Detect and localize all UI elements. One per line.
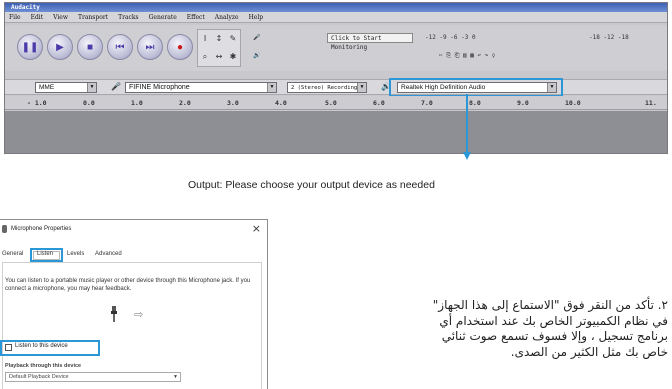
listen-description: You can listen to a portable music playe… <box>5 278 251 292</box>
menu-analyze[interactable]: Analyze <box>215 12 239 22</box>
tools-toolbar: I ↕ ✎ ⌕ ↔ ✱ <box>197 29 241 67</box>
recording-channels-dropdown[interactable]: 2 (Stereo) Recording ▼ <box>287 82 367 93</box>
stop-icon: ■ <box>86 41 94 53</box>
playback-meter[interactable]: 🔊 ✂ ⎘ ⎗ ▥ ▦ ↶ ↷ ⚲ <box>249 47 665 65</box>
recording-device-dropdown[interactable]: FIFINE Microphone ▼ <box>125 82 277 93</box>
ruler-tick: 4.0 <box>275 99 287 107</box>
output-caption: Output: Please choose your output device… <box>188 179 435 191</box>
menu-help[interactable]: Help <box>249 12 264 22</box>
menu-file[interactable]: File <box>9 12 21 22</box>
note-line: برنامج تسجيل ، وإلا فسوف تسمع صوت ثنائي <box>441 329 668 343</box>
record-button[interactable]: ● <box>167 34 193 60</box>
menu-transport[interactable]: Transport <box>78 12 108 22</box>
pause-icon: ❚❚ <box>21 41 39 53</box>
ruler-tick: 3.0 <box>227 99 239 107</box>
click-to-start-monitoring[interactable]: Click to Start Monitoring <box>327 33 413 51</box>
listen-checkbox[interactable] <box>5 344 12 351</box>
callout-arrow-icon <box>463 152 471 160</box>
instruction-note: ٢. تأكد من النقر فوق "الاستماع إلى هذا ا… <box>348 298 668 360</box>
device-toolbar: MME ▼ 🎤 FIFINE Microphone ▼ 2 (Stereo) Rec… <box>5 79 667 95</box>
ruler-tick: 2.0 <box>179 99 191 107</box>
ruler-tick: 0.0 <box>83 99 95 107</box>
draw-tool-icon[interactable]: ✎ <box>230 34 237 43</box>
audio-host-dropdown[interactable]: MME ▼ <box>35 82 97 93</box>
chevron-down-icon: ▼ <box>357 83 366 92</box>
chevron-down-icon: ▼ <box>267 83 276 92</box>
note-line: ٢. تأكد من النقر فوق "الاستماع إلى هذا ا… <box>432 298 668 312</box>
note-line: في نظام الكمبيوتر الخاص بك عند استخدام أ… <box>439 313 668 328</box>
listen-checkbox-label[interactable]: Listen to this device <box>15 343 68 349</box>
track-area[interactable] <box>5 111 667 153</box>
output-device-highlight <box>389 78 563 97</box>
menu-effect[interactable]: Effect <box>187 12 205 22</box>
callout-line <box>466 94 468 154</box>
skip-end-button[interactable]: ⏭ <box>137 34 163 60</box>
record-icon: ● <box>176 41 184 53</box>
playback-device-dropdown[interactable]: Default Playback Device ▼ <box>5 372 181 382</box>
window-title: Audacity <box>5 3 667 12</box>
menu-bar: File Edit View Transport Tracks Generate… <box>5 12 667 23</box>
playback-label: Playback through this device <box>5 363 82 369</box>
selection-tool-icon[interactable]: I <box>204 34 206 43</box>
skip-start-icon: ⏮ <box>115 41 125 53</box>
play-icon: ▶ <box>56 41 64 53</box>
chevron-down-icon: ▼ <box>87 83 96 92</box>
edit-toolbar-icons[interactable]: ✂ ⎘ ⎗ ▥ ▦ ↶ ↷ ⚲ <box>439 47 495 65</box>
multi-tool-icon[interactable]: ✱ <box>230 52 237 61</box>
speaker-meter-icon: 🔊 <box>253 52 261 59</box>
menu-tracks[interactable]: Tracks <box>118 12 139 22</box>
zoom-tool-icon[interactable]: ⌕ <box>203 52 207 62</box>
ruler-tick: 1.0 <box>131 99 143 107</box>
pause-button[interactable]: ❚❚ <box>17 34 43 60</box>
dialog-title-text: Microphone Properties <box>11 226 72 232</box>
timeline-ruler[interactable]: - 1.0 0.0 1.0 2.0 3.0 4.0 5.0 6.0 7.0 8.… <box>5 96 667 110</box>
ruler-tick: 9.0 <box>517 99 529 107</box>
ruler-tick: 7.0 <box>421 99 433 107</box>
envelope-tool-icon[interactable]: ↕ <box>216 34 223 43</box>
ruler-tick: 5.0 <box>325 99 337 107</box>
meter-scale-right: -18 -12 -18 <box>589 34 629 41</box>
ruler-tick: 8.0 <box>469 99 481 107</box>
dialog-title: Microphone Properties <box>0 220 267 238</box>
menu-view[interactable]: View <box>53 12 68 22</box>
tab-advanced[interactable]: Advanced <box>95 248 122 260</box>
listen-tab-highlight <box>30 248 63 262</box>
audacity-window: Audacity File Edit View Transport Tracks… <box>4 2 668 154</box>
audio-jack-icon <box>111 306 117 322</box>
ruler-tick: 6.0 <box>373 99 385 107</box>
ruler-tick: 10.0 <box>565 99 581 107</box>
tab-general[interactable]: General <box>2 248 23 260</box>
ruler-tick: 11. <box>645 99 657 107</box>
mic-icon: 🎤 <box>111 82 121 91</box>
skip-start-button[interactable]: ⏮ <box>107 34 133 60</box>
note-line: خاص بك مثل الكثير من الصدى. <box>510 344 668 359</box>
close-icon[interactable]: × <box>252 222 261 235</box>
microphone-properties-dialog: Microphone Properties × General Listen L… <box>0 219 268 389</box>
ruler-tick: - 1.0 <box>27 99 47 107</box>
timeshift-tool-icon[interactable]: ↔ <box>216 52 223 61</box>
play-button[interactable]: ▶ <box>47 34 73 60</box>
skip-end-icon: ⏭ <box>145 41 155 53</box>
meter-scale: -12 -9 -6 -3 0 <box>425 34 476 41</box>
playback-device-value: Default Playback Device <box>9 374 69 380</box>
microphone-icon <box>2 225 7 233</box>
recording-meter[interactable]: 🎤 Click to Start Monitoring -12 -9 -6 -3… <box>249 29 665 51</box>
menu-generate[interactable]: Generate <box>149 12 177 22</box>
tab-levels[interactable]: Levels <box>67 248 84 260</box>
menu-edit[interactable]: Edit <box>31 12 44 22</box>
chevron-down-icon: ▼ <box>173 374 178 380</box>
arrow-right-icon: ⇨ <box>134 308 144 321</box>
stop-button[interactable]: ■ <box>77 34 103 60</box>
mic-meter-icon: 🎤 <box>253 34 261 41</box>
